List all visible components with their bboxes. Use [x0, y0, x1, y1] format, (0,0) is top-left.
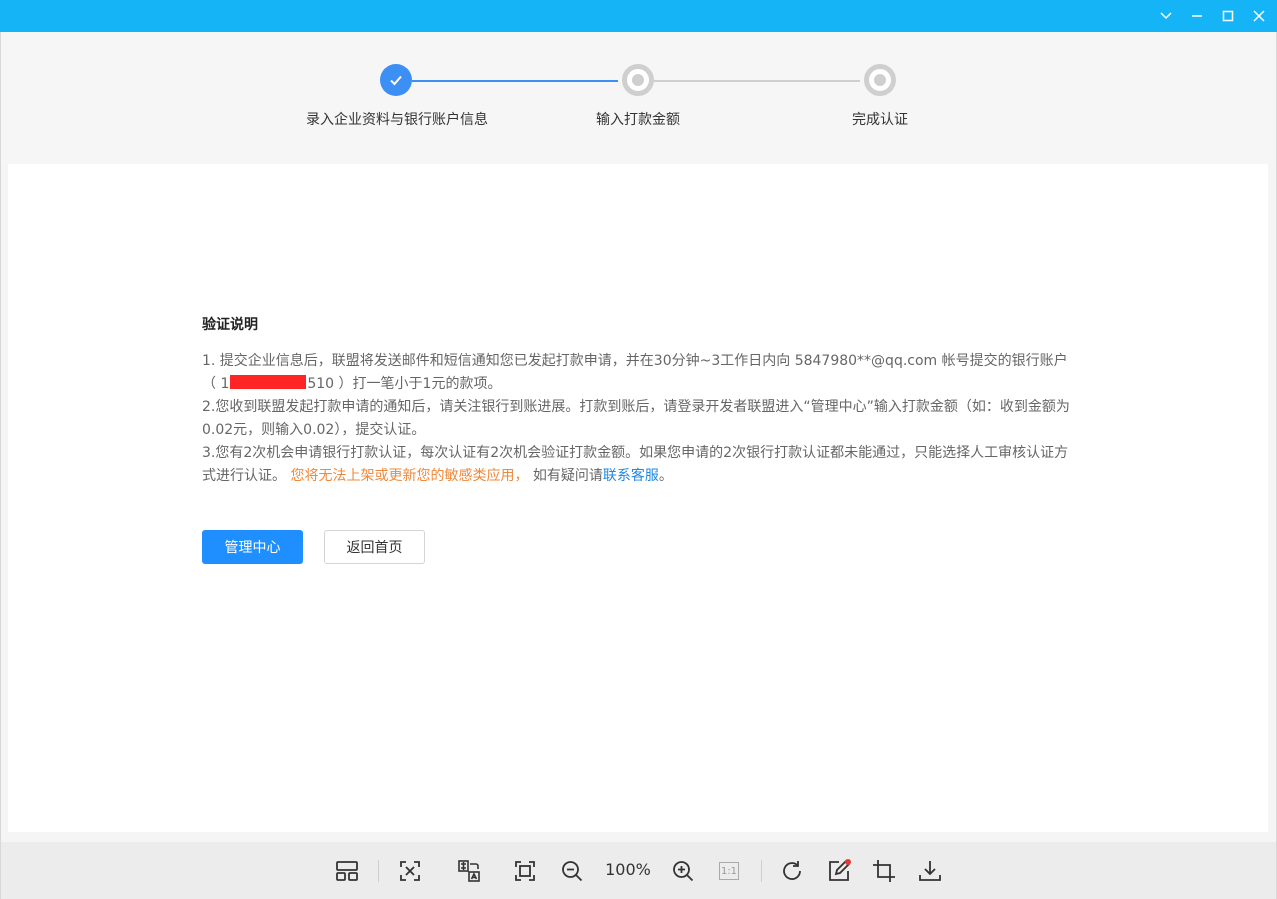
notice-p3-question: 如有疑问请 — [528, 468, 603, 484]
zoom-out-icon[interactable] — [557, 856, 587, 886]
step-3-label: 完成认证 — [852, 112, 908, 128]
actual-size-label: 1:1 — [719, 862, 739, 880]
fit-screen-icon[interactable] — [395, 856, 425, 886]
notice-body: 1. 提交企业信息后，联盟将发送邮件和短信通知您已发起打款申请，并在30分钟~3… — [202, 350, 1074, 488]
zoom-in-icon[interactable] — [668, 856, 698, 886]
minimize-icon[interactable] — [1181, 0, 1213, 32]
step-connector-done — [412, 80, 618, 82]
step-connector-todo — [654, 80, 860, 82]
notice-title: 验证说明 — [202, 317, 258, 333]
content-panel — [8, 164, 1268, 832]
redacted-account-number — [230, 375, 307, 389]
notice-paragraph-1: 1. 提交企业信息后，联盟将发送邮件和短信通知您已发起打款申请，并在30分钟~3… — [202, 350, 1074, 396]
chevron-down-icon[interactable] — [1150, 0, 1182, 32]
thumbnails-icon[interactable] — [332, 856, 362, 886]
download-icon[interactable] — [915, 856, 945, 886]
progress-stepper: 录入企业资料与银行账户信息 输入打款金额 完成认证 — [0, 32, 1277, 164]
notice-warning-text: 您将无法上架或更新您的敏感类应用， — [290, 468, 529, 484]
step-2-label: 输入打款金额 — [596, 112, 680, 128]
actual-size-icon[interactable]: 1:1 — [714, 856, 744, 886]
toolbar-divider — [761, 860, 762, 882]
rotate-icon[interactable] — [777, 856, 807, 886]
notice-paragraph-2: 2.您收到联盟发起打款申请的通知后，请关注银行到账进展。打款到账后，请登录开发者… — [202, 399, 1070, 438]
back-home-button[interactable]: 返回首页 — [324, 530, 425, 564]
maximize-icon[interactable] — [1212, 0, 1244, 32]
edit-icon[interactable] — [824, 856, 854, 886]
step-1-check-icon — [380, 64, 412, 96]
crop-icon[interactable] — [869, 856, 899, 886]
zoom-level: 100% — [605, 860, 651, 879]
notice-paragraph-3: 3.您有2次机会申请银行打款认证，每次认证有2次机会验证打款金额。如果您申请的2… — [202, 442, 1074, 488]
contact-support-link[interactable]: 联系客服 — [603, 468, 659, 484]
notice-p1-tail: 510 ）打一笔小于1元的款项。 — [307, 376, 502, 392]
step-3-dot — [864, 64, 896, 96]
window-border-left — [0, 32, 1, 899]
fullscreen-icon[interactable] — [510, 856, 540, 886]
step-1-label: 录入企业资料与银行账户信息 — [306, 112, 488, 128]
step-2-dot — [622, 64, 654, 96]
notice-p3-end: 。 — [658, 468, 673, 484]
ocr-translate-icon[interactable] — [454, 856, 484, 886]
title-bar — [0, 0, 1277, 32]
image-viewer-toolbar: 100% 1:1 — [0, 842, 1277, 899]
close-icon[interactable] — [1243, 0, 1275, 32]
toolbar-divider — [378, 860, 379, 882]
management-center-button[interactable]: 管理中心 — [202, 530, 303, 564]
